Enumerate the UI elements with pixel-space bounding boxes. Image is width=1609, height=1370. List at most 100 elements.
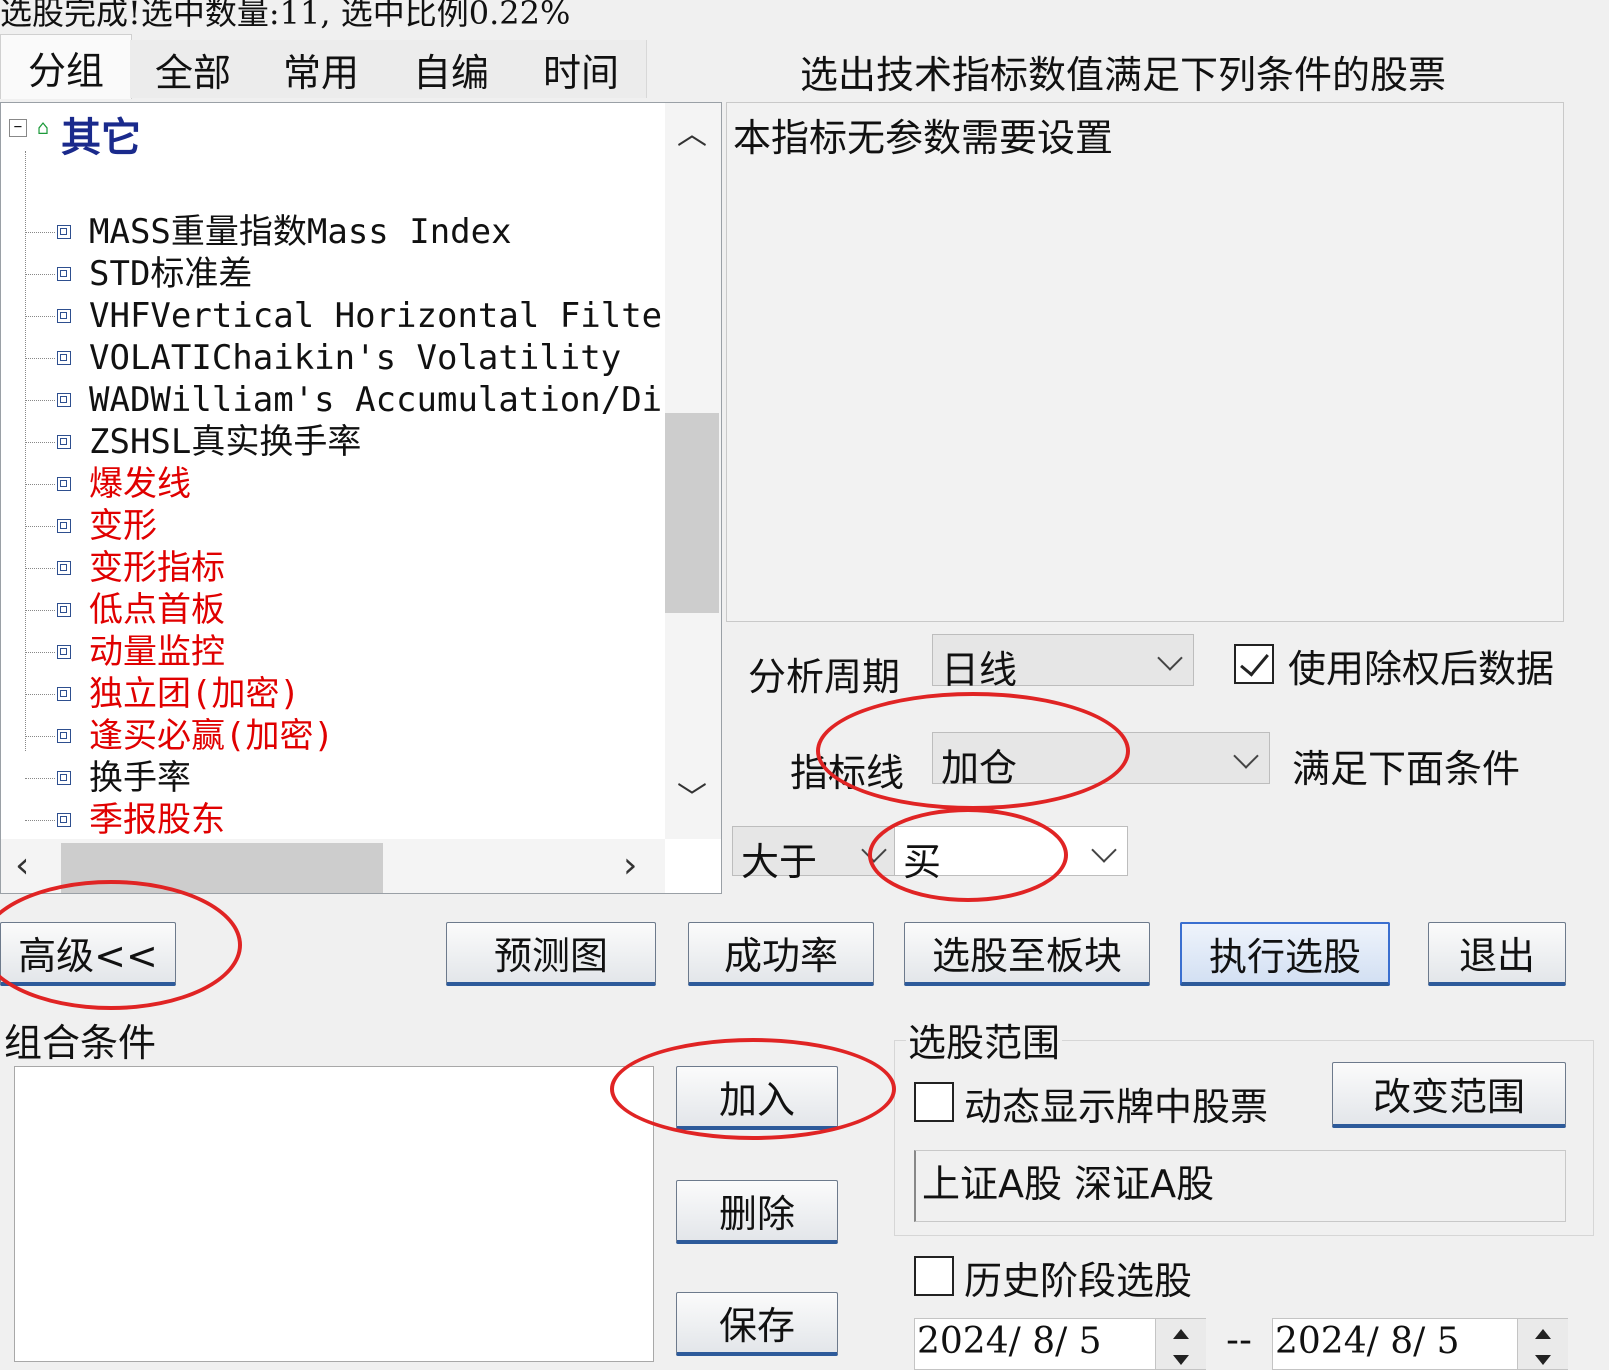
tab-custom[interactable]: 自编 <box>386 40 517 98</box>
tab-label: 常用 <box>282 50 359 95</box>
to-block-button[interactable]: 选股至板块 <box>904 922 1150 986</box>
tree-root[interactable]: − ⌂ 其它 <box>1 103 665 161</box>
tree-item-label: 变形 <box>89 506 157 546</box>
horizontal-scroll-thumb[interactable] <box>61 843 383 893</box>
range-label: 选股范围 <box>906 1012 1063 1067</box>
tree-list: − ⌂ 其它 MASS重量指数Mass Index STD标准差 VHFVertic… <box>1 103 665 839</box>
save-button[interactable]: 保存 <box>676 1292 838 1356</box>
tree-item-label: MASS重量指数Mass Index <box>89 212 512 252</box>
tree-item-label: 爆发线 <box>89 464 191 504</box>
tree-item[interactable]: 爆发线 <box>1 463 665 505</box>
dynamic-show-label: 动态显示牌中股票 <box>964 1085 1269 1129</box>
parameter-text: 本指标无参数需要设置 <box>733 116 1114 160</box>
tree-item[interactable]: 变形 <box>1 505 665 547</box>
tree-item[interactable]: 低点首板 <box>1 589 665 631</box>
indicator-icon <box>57 729 71 743</box>
indicator-icon <box>57 813 71 827</box>
date-separator: -- <box>1226 1320 1252 1361</box>
indicator-line-label: 指标线 <box>790 751 905 795</box>
exit-button[interactable]: 退出 <box>1428 922 1566 986</box>
delete-button[interactable]: 删除 <box>676 1180 838 1244</box>
tree-item-label: VOLATIChaikin's Volatility <box>89 338 622 378</box>
indicator-icon <box>57 309 71 323</box>
chevron-down-icon <box>1233 743 1259 769</box>
spin-up-icon[interactable] <box>1535 1329 1551 1339</box>
compare-operator-select[interactable]: 大于 <box>732 826 898 884</box>
add-button[interactable]: 加入 <box>676 1066 838 1130</box>
indicator-tree[interactable]: − ⌂ 其它 MASS重量指数Mass Index STD标准差 VHFVertic… <box>0 102 722 894</box>
tree-item[interactable]: 动量监控 <box>1 631 665 673</box>
forecast-button[interactable]: 预测图 <box>446 922 656 986</box>
tab-all[interactable]: 全部 <box>130 40 257 98</box>
compare-value: 买 <box>903 840 942 884</box>
tree-item[interactable]: 季报股东 <box>1 799 665 839</box>
spin-up-icon[interactable] <box>1173 1329 1189 1339</box>
scroll-right-icon[interactable]: › <box>623 845 637 886</box>
tree-item[interactable]: MASS重量指数Mass Index <box>1 211 665 253</box>
chevron-down-icon <box>1157 645 1183 671</box>
tree-item-label: 逢买必赢(加密) <box>89 716 334 756</box>
tree-item-label: STD标准差 <box>89 254 253 294</box>
tree-item-label: VHFVertical Horizontal Filter <box>89 296 665 336</box>
indicator-icon <box>57 687 71 701</box>
indicator-icon <box>57 477 71 491</box>
advanced-button[interactable]: 高级<< <box>0 922 176 986</box>
tab-label: 自编 <box>412 50 489 95</box>
scroll-left-icon[interactable]: ‹ <box>15 845 29 886</box>
indicator-icon <box>57 561 71 575</box>
compare-value-select[interactable]: 买 <box>894 826 1128 884</box>
tab-time[interactable]: 时间 <box>516 40 647 98</box>
success-rate-button[interactable]: 成功率 <box>688 922 874 986</box>
tree-item-label: ZSHSL真实换手率 <box>89 422 362 462</box>
tab-label: 时间 <box>542 50 619 95</box>
dynamic-show-checkbox[interactable] <box>914 1082 954 1122</box>
tree-item-label: WADWilliam's Accumulation/Dist <box>89 380 665 420</box>
compare-operator-value: 大于 <box>741 840 818 884</box>
chevron-down-icon <box>861 837 887 863</box>
indicator-icon <box>57 351 71 365</box>
spin-down-icon[interactable] <box>1173 1355 1189 1365</box>
tree-root-label: 其它 <box>61 114 141 161</box>
tree-item-label: 季报股东 <box>89 800 225 839</box>
period-value: 日线 <box>941 648 1018 692</box>
indicator-icon <box>57 225 71 239</box>
indicator-icon <box>57 603 71 617</box>
tree-item-label: 换手率 <box>89 758 191 798</box>
change-range-button[interactable]: 改变范围 <box>1332 1062 1566 1128</box>
history-label: 历史阶段选股 <box>964 1259 1193 1303</box>
collapse-icon[interactable]: − <box>9 119 27 137</box>
tree-item[interactable]: VOLATIChaikin's Volatility <box>1 337 665 379</box>
tree-item[interactable]: 逢买必赢(加密) <box>1 715 665 757</box>
tree-item[interactable]: 变形指标 <box>1 547 665 589</box>
scroll-down-icon[interactable]: ﹀ <box>677 773 707 817</box>
date-from-field[interactable]: 2024/ 8/ 5 <box>914 1318 1206 1370</box>
tab-label: 全部 <box>154 50 231 95</box>
combo-condition-label: 组合条件 <box>4 1021 157 1065</box>
tree-item[interactable]: VHFVertical Horizontal Filter <box>1 295 665 337</box>
history-checkbox[interactable] <box>914 1256 954 1296</box>
indicator-icon <box>57 771 71 785</box>
combo-condition-list[interactable] <box>14 1066 654 1362</box>
indicator-icon <box>57 393 71 407</box>
execute-button[interactable]: 执行选股 <box>1180 922 1390 986</box>
tree-item[interactable]: ZSHSL真实换手率 <box>1 421 665 463</box>
period-select[interactable]: 日线 <box>932 634 1194 692</box>
vertical-scroll-thumb[interactable] <box>665 413 719 613</box>
date-to-field[interactable]: 2024/ 8/ 5 <box>1272 1318 1568 1370</box>
tree-item[interactable]: STD标准差 <box>1 253 665 295</box>
tab-group[interactable]: 分组 <box>0 34 132 99</box>
date-from-spinner[interactable] <box>1155 1319 1206 1369</box>
tab-label: 分组 <box>27 48 104 93</box>
range-value-box: 上证A股 深证A股 <box>914 1150 1566 1222</box>
tree-item[interactable]: 换手率 <box>1 757 665 799</box>
tab-common[interactable]: 常用 <box>256 40 387 98</box>
scroll-up-icon[interactable]: ︿ <box>677 109 707 153</box>
date-to-spinner[interactable] <box>1517 1319 1568 1369</box>
spin-down-icon[interactable] <box>1535 1355 1551 1365</box>
indicator-line-value: 加仓 <box>941 746 1018 790</box>
indicator-line-select[interactable]: 加仓 <box>932 732 1270 790</box>
range-value: 上证A股 深证A股 <box>922 1162 1215 1206</box>
tree-item[interactable]: WADWilliam's Accumulation/Dist <box>1 379 665 421</box>
tree-item[interactable]: 独立团(加密) <box>1 673 665 715</box>
use-adjusted-checkbox[interactable] <box>1234 644 1274 684</box>
